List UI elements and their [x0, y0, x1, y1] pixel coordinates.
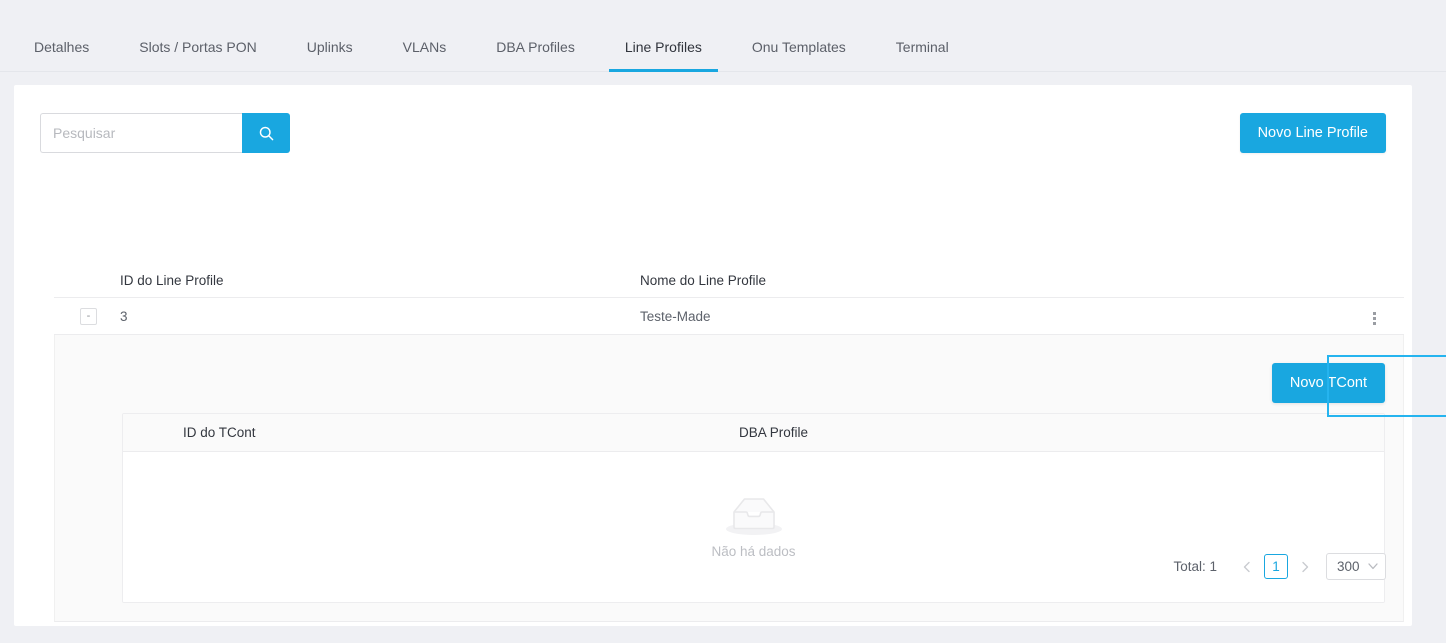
- page-size-select[interactable]: 300: [1326, 553, 1386, 580]
- table-header-row: ID do Line Profile Nome do Line Profile: [54, 263, 1404, 298]
- tcont-header-cell-id: ID do TCont: [183, 425, 739, 440]
- tab-dba-profiles[interactable]: DBA Profiles: [480, 40, 591, 71]
- tab-label: Onu Templates: [752, 39, 846, 55]
- row-collapse-toggle[interactable]: -: [80, 308, 97, 325]
- content-card: Novo Line Profile ID do Line Profile Nom…: [14, 85, 1412, 626]
- tab-uplinks[interactable]: Uplinks: [291, 40, 369, 71]
- table-row[interactable]: - 3 Teste-Made: [54, 298, 1404, 335]
- page-size-value: 300: [1337, 559, 1360, 574]
- new-line-profile-button[interactable]: Novo Line Profile: [1240, 113, 1386, 153]
- expanded-toolbar: Novo TCont: [122, 351, 1385, 413]
- chevron-right-icon: [1301, 561, 1309, 573]
- pagination-total: Total: 1: [1173, 559, 1217, 574]
- search-group: [40, 113, 290, 153]
- new-tcont-button[interactable]: Novo TCont: [1272, 363, 1385, 403]
- tab-line-profiles[interactable]: Line Profiles: [609, 40, 718, 71]
- chevron-left-icon: [1243, 561, 1251, 573]
- tab-bar: Detalhes Slots / Portas PON Uplinks VLAN…: [0, 0, 1446, 72]
- tcont-header-cell-dba: DBA Profile: [739, 425, 1384, 440]
- search-icon: [258, 125, 275, 142]
- row-actions-cell: [1344, 303, 1404, 329]
- tab-terminal[interactable]: Terminal: [880, 40, 965, 71]
- tab-list: Detalhes Slots / Portas PON Uplinks VLAN…: [0, 0, 1446, 71]
- pagination-next-button[interactable]: [1293, 555, 1317, 579]
- search-button[interactable]: [242, 113, 290, 153]
- empty-state-label: Não há dados: [711, 544, 795, 559]
- pagination-prev-button[interactable]: [1235, 555, 1259, 579]
- tab-slots-portas-pon[interactable]: Slots / Portas PON: [123, 40, 272, 71]
- search-input[interactable]: [40, 113, 242, 153]
- tab-detalhes[interactable]: Detalhes: [18, 40, 105, 71]
- header-cell-name: Nome do Line Profile: [640, 273, 1344, 288]
- tab-label: Slots / Portas PON: [139, 39, 256, 55]
- tab-label: Terminal: [896, 39, 949, 55]
- tcont-header-row: ID do TCont DBA Profile: [123, 414, 1384, 452]
- tab-label: VLANs: [403, 39, 447, 55]
- kebab-menu-icon[interactable]: [1364, 309, 1384, 329]
- tab-label: Uplinks: [307, 39, 353, 55]
- tab-label: Detalhes: [34, 39, 89, 55]
- tab-label: Line Profiles: [625, 39, 702, 55]
- tab-vlans[interactable]: VLANs: [387, 40, 463, 71]
- table-toolbar: Novo Line Profile: [40, 113, 1386, 153]
- chevron-down-icon: [1368, 563, 1378, 570]
- header-cell-id: ID do Line Profile: [120, 273, 640, 288]
- tab-onu-templates[interactable]: Onu Templates: [736, 40, 862, 71]
- pagination-page-1[interactable]: 1: [1264, 554, 1288, 579]
- row-expand-cell: -: [54, 307, 120, 325]
- pagination: Total: 1 1 300: [1173, 553, 1386, 580]
- empty-inbox-icon: [722, 496, 786, 537]
- app-page: Detalhes Slots / Portas PON Uplinks VLAN…: [0, 0, 1446, 643]
- cell-line-profile-name: Teste-Made: [640, 309, 1344, 324]
- cell-line-profile-id: 3: [120, 309, 640, 324]
- tab-label: DBA Profiles: [496, 39, 575, 55]
